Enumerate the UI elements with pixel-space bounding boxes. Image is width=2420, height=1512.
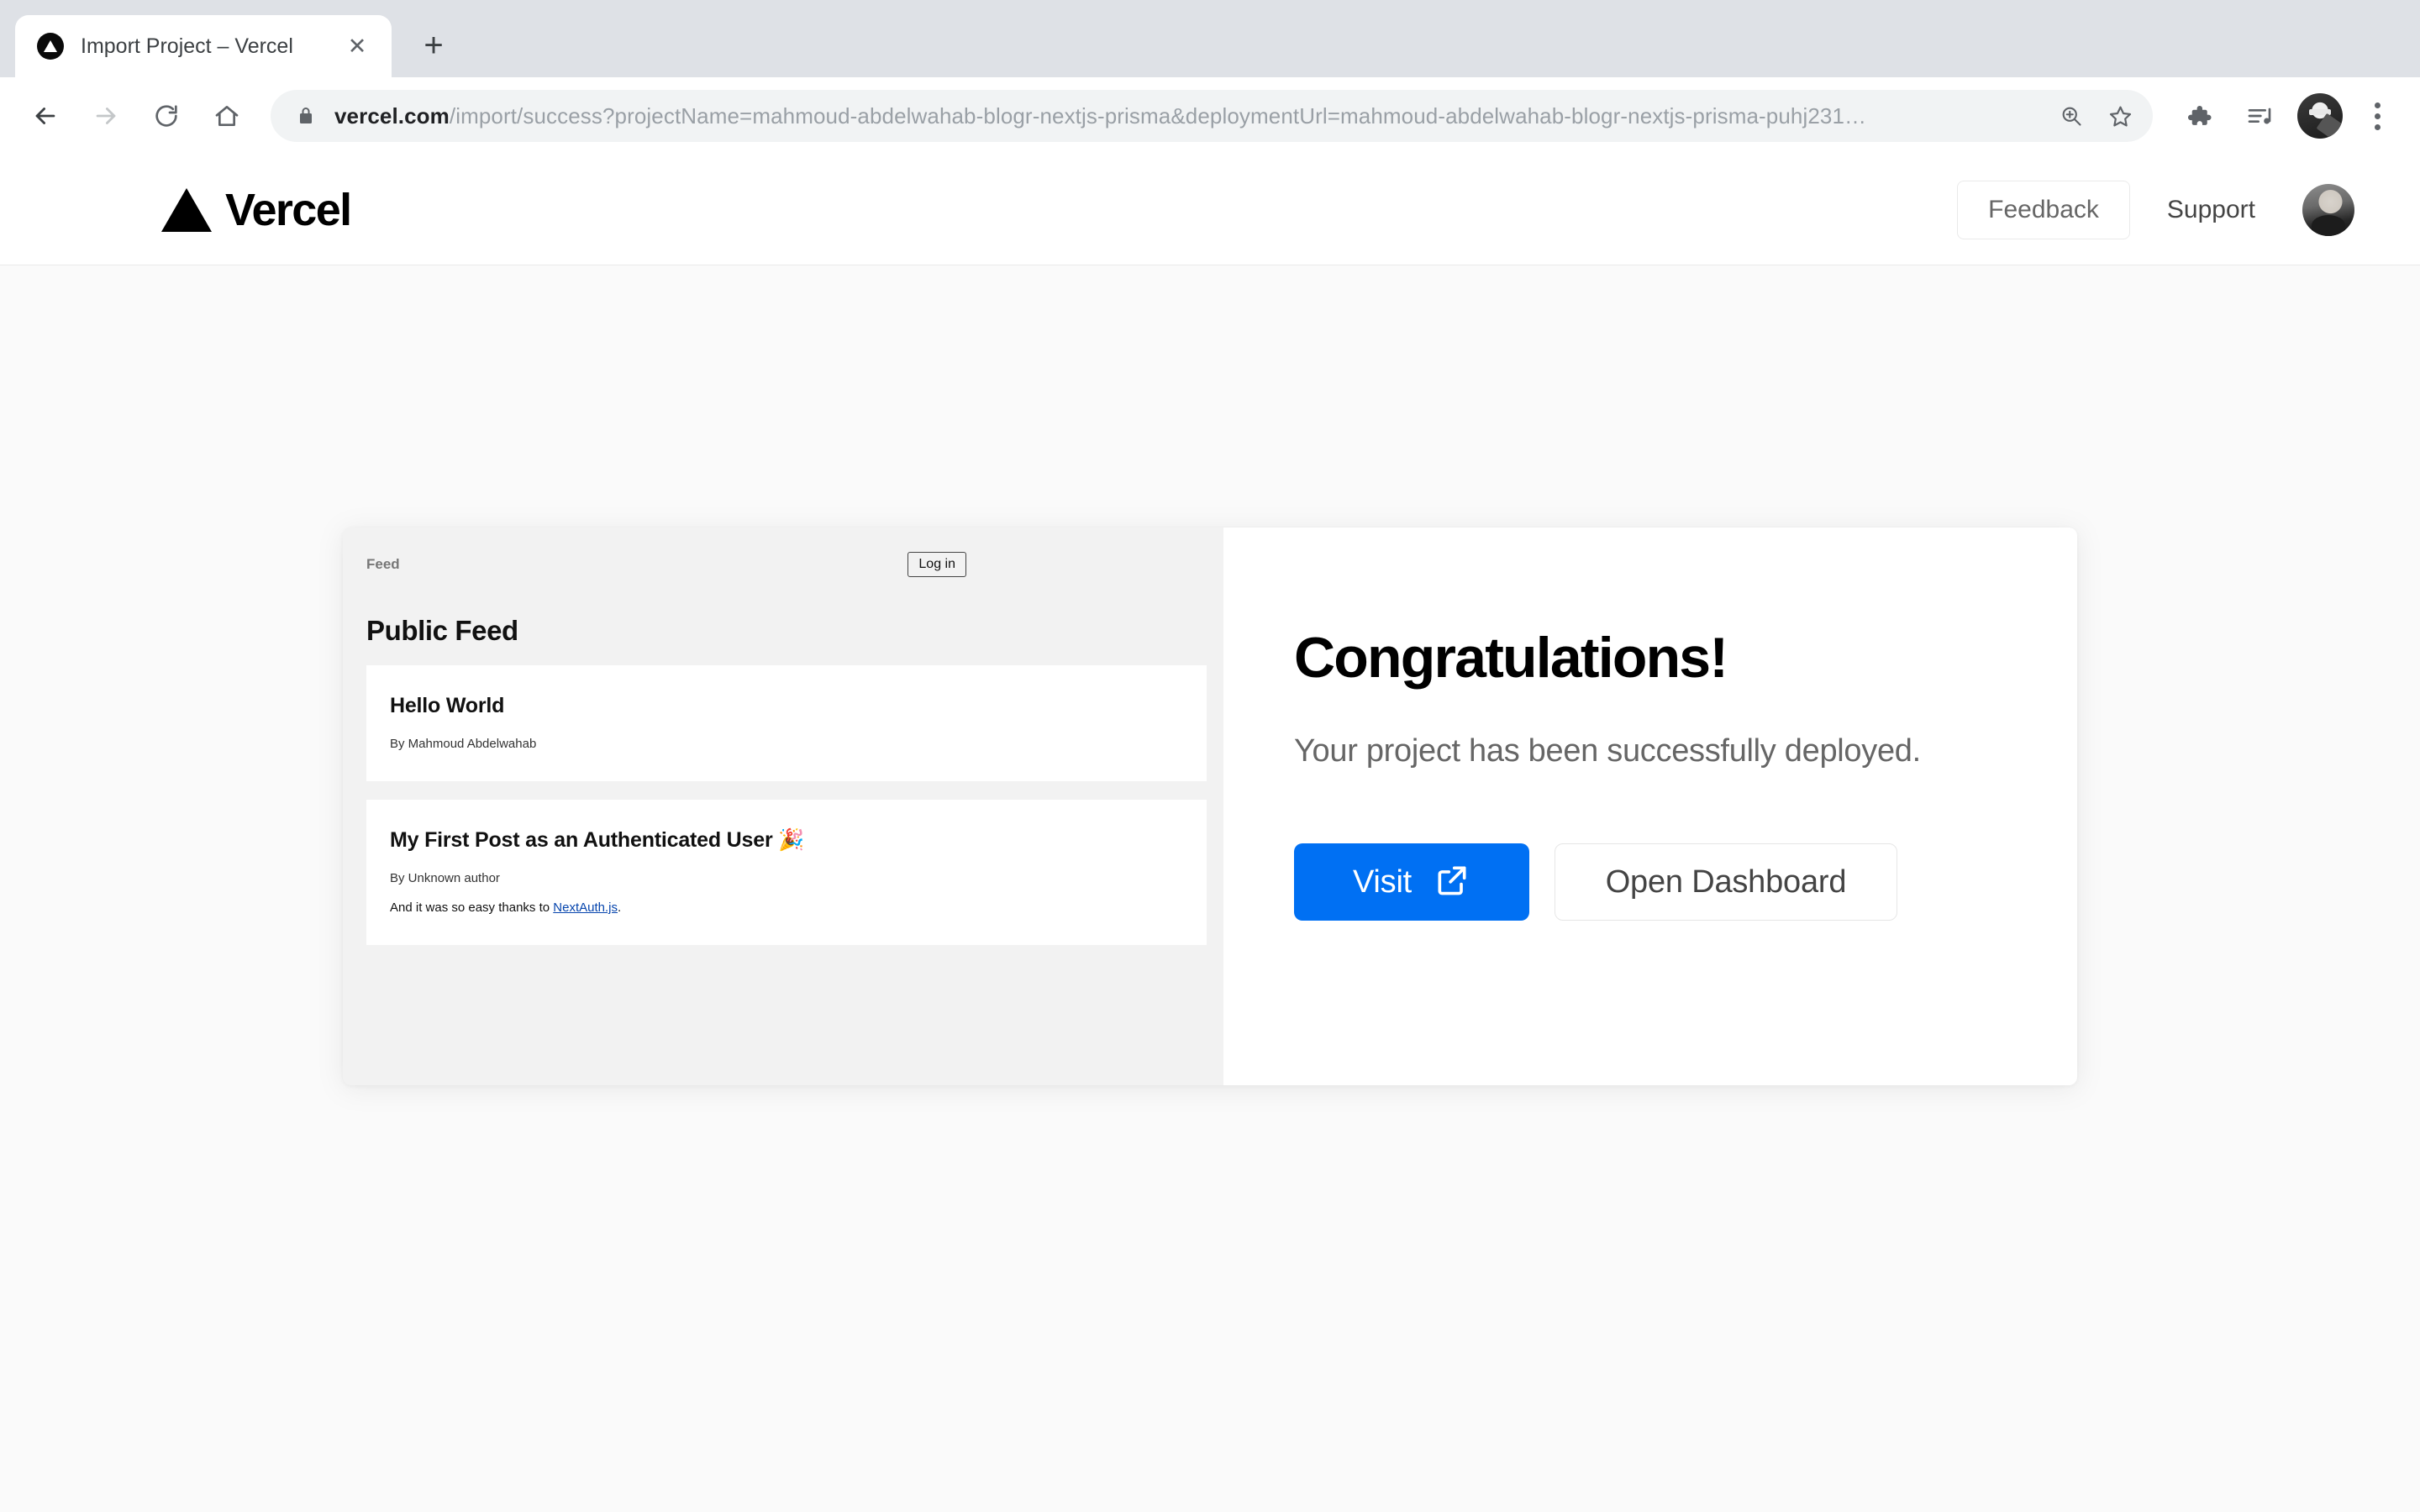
- nextauth-link[interactable]: NextAuth.js: [553, 900, 618, 915]
- page-body: Feed Log in Public Feed Hello World By M…: [0, 265, 2420, 1512]
- url-text: vercel.com/import/success?projectName=ma…: [334, 103, 2047, 129]
- tab-title: Import Project – Vercel: [81, 34, 293, 58]
- open-dashboard-button[interactable]: Open Dashboard: [1555, 843, 1897, 921]
- site-header: Vercel Feedback Support: [0, 155, 2420, 265]
- feedback-button[interactable]: Feedback: [1957, 180, 2130, 239]
- close-icon[interactable]: ✕: [341, 30, 373, 62]
- action-buttons: Visit Open Dashboard: [1294, 843, 2077, 921]
- browser-tab[interactable]: Import Project – Vercel ✕: [15, 15, 392, 77]
- forward-arrow-icon: [77, 87, 134, 144]
- vercel-logo[interactable]: Vercel: [161, 184, 352, 236]
- post-title: Hello World: [390, 694, 505, 717]
- vercel-triangle-icon: [37, 33, 64, 60]
- url-path: /import/success?projectName=mahmoud-abde…: [449, 102, 1867, 129]
- vercel-triangle-icon: [161, 187, 212, 232]
- deployment-success-card: Feed Log in Public Feed Hello World By M…: [343, 528, 2077, 1085]
- post-author: By Unknown author: [390, 871, 500, 885]
- list-item[interactable]: My First Post as an Authenticated User 🎉…: [366, 800, 1207, 945]
- puzzle-icon[interactable]: [2173, 90, 2225, 142]
- back-arrow-icon[interactable]: [17, 87, 74, 144]
- star-icon[interactable]: [2096, 92, 2144, 140]
- page-title: Congratulations!: [1294, 626, 1728, 690]
- preview-nav-feed[interactable]: Feed: [366, 556, 400, 573]
- three-dot-menu-icon[interactable]: [2353, 92, 2402, 140]
- post-title: My First Post as an Authenticated User 🎉: [390, 828, 805, 852]
- tab-strip: Import Project – Vercel ✕ +: [0, 0, 2420, 77]
- reload-icon[interactable]: [138, 87, 195, 144]
- status-text: Your project has been successfully deplo…: [1294, 733, 1921, 769]
- address-bar[interactable]: vercel.com/import/success?projectName=ma…: [271, 90, 2153, 142]
- site-preview-content: Feed Log in Public Feed Hello World By M…: [343, 528, 1223, 963]
- visit-button[interactable]: Visit: [1294, 843, 1529, 921]
- page: Vercel Feedback Support Feed Log in Publ…: [0, 155, 2420, 1512]
- preview-nav: Feed Log in: [366, 546, 1223, 583]
- lock-icon: [296, 106, 319, 126]
- preview-heading: Public Feed: [366, 615, 518, 646]
- zoom-in-icon[interactable]: [2047, 92, 2096, 140]
- profile-avatar-icon[interactable]: [2297, 93, 2343, 139]
- browser-toolbar: vercel.com/import/success?projectName=ma…: [0, 77, 2420, 155]
- post-body: And it was so easy thanks to NextAuth.js…: [390, 900, 1183, 915]
- external-link-icon: [1434, 862, 1470, 903]
- support-link[interactable]: Support: [2140, 181, 2282, 239]
- media-playlist-icon[interactable]: [2233, 90, 2286, 142]
- post-body-prefix: And it was so easy thanks to: [390, 900, 554, 915]
- preview-login-button[interactable]: Log in: [908, 552, 966, 577]
- url-host: vercel.com: [334, 102, 450, 129]
- home-icon[interactable]: [198, 87, 255, 144]
- congratulations-pane: Congratulations! Your project has been s…: [1223, 528, 2077, 1085]
- browser-chrome: Import Project – Vercel ✕ + vercel.com/i…: [0, 0, 2420, 155]
- post-author: By Mahmoud Abdelwahab: [390, 737, 537, 751]
- new-tab-button[interactable]: +: [410, 22, 457, 69]
- visit-button-label: Visit: [1352, 864, 1413, 900]
- site-preview-pane[interactable]: Feed Log in Public Feed Hello World By M…: [343, 528, 1223, 1085]
- post-body-suffix: .: [617, 900, 622, 915]
- logo-wordmark: Vercel: [225, 184, 352, 235]
- list-item[interactable]: Hello World By Mahmoud Abdelwahab: [366, 665, 1207, 781]
- header-actions: Feedback Support: [1957, 180, 2354, 239]
- avatar[interactable]: [2302, 183, 2354, 236]
